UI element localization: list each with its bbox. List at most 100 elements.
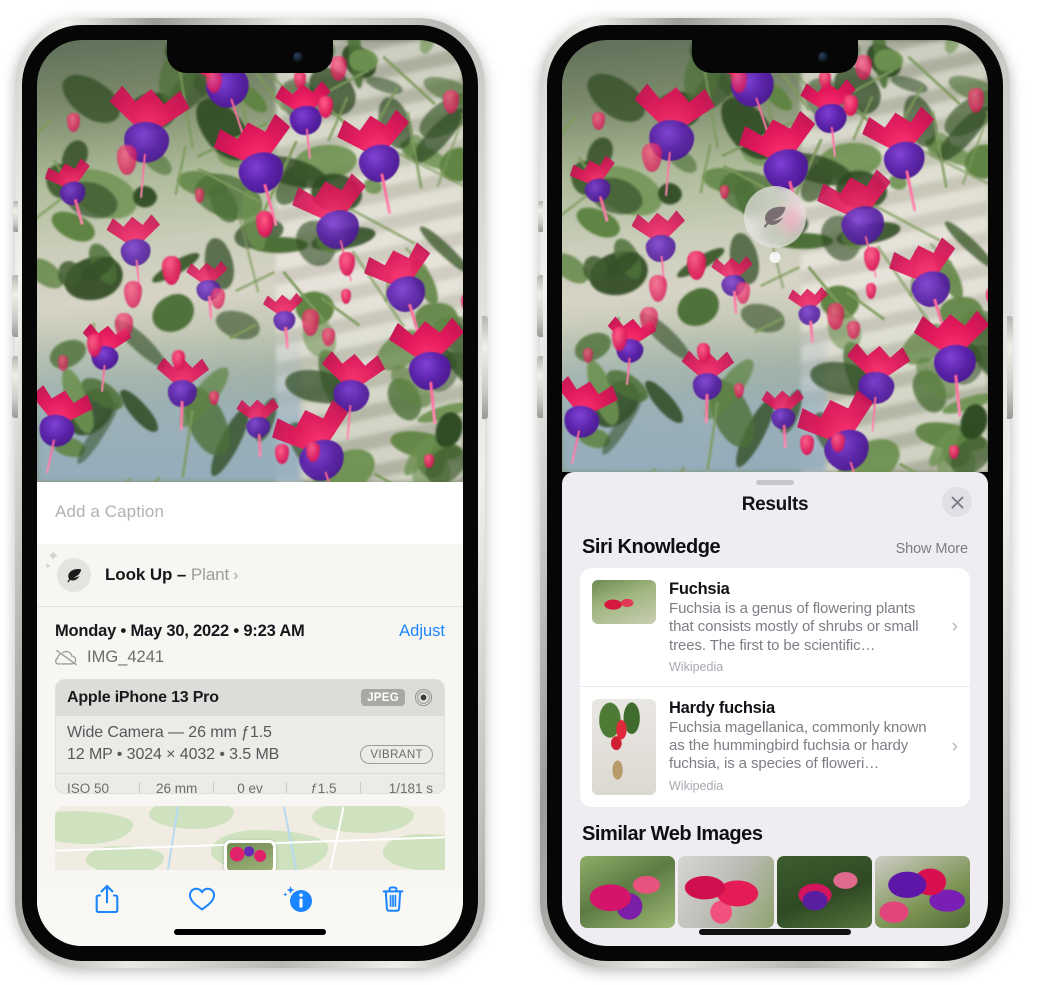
share-button[interactable] — [86, 882, 128, 916]
result-body: Hardy fuchsia Fuchsia magellanica, commo… — [669, 699, 937, 793]
volume-up-button[interactable] — [12, 275, 18, 337]
exif-item: 26 mm — [155, 781, 198, 795]
photo-viewer[interactable] — [37, 40, 463, 482]
flower-bud — [322, 327, 335, 346]
siri-knowledge-card: Fuchsia Fuchsia is a genus of flowering … — [580, 568, 970, 807]
metadata-badges: JPEG — [361, 688, 433, 707]
result-source: Wikipedia — [669, 659, 724, 674]
size-info-row: 12 MP • 3024 × 4032 • 3.5 MB VIBRANT — [67, 745, 433, 764]
list-item[interactable]: Hardy fuchsia Fuchsia magellanica, commo… — [580, 685, 970, 807]
fuchsia-flower — [105, 214, 164, 290]
mute-switch[interactable] — [13, 201, 18, 232]
fuchsia-flower — [859, 105, 947, 211]
look-up-row[interactable]: ✦ ✦ Look Up – Plant › — [37, 544, 463, 607]
volume-down-button[interactable] — [12, 356, 18, 418]
result-thumbnail — [592, 698, 656, 795]
info-sparkle-icon — [282, 886, 312, 912]
web-image-thumbnail[interactable] — [580, 855, 676, 928]
result-description: Fuchsia magellanica, commonly known as t… — [669, 718, 927, 773]
result-title: Hardy fuchsia — [669, 698, 775, 717]
show-more-button[interactable]: Show More — [896, 541, 969, 557]
size-info: 12 MP • 3024 × 4032 • 3.5 MB — [67, 745, 280, 763]
web-image-thumbnail[interactable] — [776, 855, 872, 928]
notch — [167, 40, 333, 73]
date-row: Monday • May 30, 2022 • 9:23 AM Adjust — [37, 607, 463, 643]
results-header: Results — [562, 485, 988, 530]
flower-bud — [338, 251, 355, 276]
flower-bud — [733, 382, 744, 398]
result-description: Fuchsia is a genus of flowering plants t… — [669, 600, 919, 654]
left-screen: Add a Caption ✦ ✦ Look Up – Plant › Monda — [37, 40, 463, 946]
front-camera-icon — [293, 52, 303, 62]
siri-knowledge-header: Siri Knowledge Show More — [562, 530, 988, 568]
fuchsia-flower — [787, 286, 831, 343]
caption-input[interactable]: Add a Caption — [37, 482, 463, 544]
result-source: Wikipedia — [669, 778, 724, 793]
results-sheet: Results Siri Knowledge Show More Fuchsia… — [562, 472, 988, 946]
trash-icon — [382, 886, 404, 912]
home-indicator[interactable] — [699, 929, 851, 935]
photo-info-sheet: Add a Caption ✦ ✦ Look Up – Plant › Monda — [37, 482, 463, 946]
flower-bud — [318, 95, 333, 118]
icloud-off-icon — [55, 649, 77, 666]
device-name: Apple iPhone 13 Pro — [67, 688, 219, 706]
home-indicator[interactable] — [174, 929, 326, 935]
fuchsia-flower — [387, 317, 463, 424]
heart-icon — [189, 887, 216, 911]
fuchsia-flower — [912, 310, 988, 417]
screenshot-stage: Add a Caption ✦ ✦ Look Up – Plant › Monda — [0, 0, 1055, 985]
flower-stamens — [179, 401, 183, 431]
flower-bud — [424, 454, 434, 469]
visual-lookup-anchor-dot — [769, 252, 781, 263]
look-up-label: Look Up – Plant › — [105, 565, 239, 584]
exif-item: 1/181 s — [388, 781, 434, 795]
left-phone: Add a Caption ✦ ✦ Look Up – Plant › Monda — [12, 18, 488, 968]
favorite-button[interactable] — [181, 882, 223, 916]
pin-thumbnail — [227, 843, 273, 870]
mute-switch[interactable] — [538, 201, 543, 232]
web-image-thumbnail[interactable] — [678, 855, 774, 928]
right-phone: Results Siri Knowledge Show More Fuchsia… — [537, 18, 1013, 968]
close-icon — [951, 496, 963, 508]
photo-date: Monday • May 30, 2022 • 9:23 AM — [55, 622, 305, 640]
chevron-right-icon: › — [233, 567, 239, 584]
similar-web-images-header: Similar Web Images — [562, 807, 988, 854]
front-camera-icon — [818, 52, 828, 62]
info-button[interactable] — [277, 882, 319, 916]
lens-icon[interactable] — [414, 688, 433, 707]
metadata-body: Wide Camera — 26 mm ƒ1.5 12 MP • 3024 × … — [56, 716, 444, 773]
results-title: Results — [741, 494, 809, 515]
location-map[interactable] — [55, 806, 445, 870]
similar-web-images-strip[interactable] — [562, 855, 988, 928]
metadata-header: Apple iPhone 13 Pro JPEG — [56, 680, 444, 716]
web-image-thumbnail[interactable] — [874, 855, 970, 928]
result-body: Fuchsia Fuchsia is a genus of flowering … — [669, 580, 937, 674]
close-button[interactable] — [942, 487, 972, 517]
exif-item: ISO 50 — [67, 781, 110, 795]
power-button[interactable] — [1007, 316, 1013, 419]
camera-metadata-card[interactable]: Apple iPhone 13 Pro JPEG Wide Camera — 2… — [55, 679, 445, 795]
power-button[interactable] — [482, 316, 488, 419]
adjust-button[interactable]: Adjust — [399, 622, 445, 641]
delete-button[interactable] — [372, 882, 414, 916]
volume-up-button[interactable] — [537, 275, 543, 337]
list-item[interactable]: Fuchsia Fuchsia is a genus of flowering … — [580, 568, 970, 686]
leaf-icon — [763, 206, 786, 228]
exif-row: ISO 50 26 mm 0 ev ƒ1.5 1/181 s — [56, 773, 444, 794]
flower-bud — [949, 444, 959, 459]
right-screen: Results Siri Knowledge Show More Fuchsia… — [562, 40, 988, 946]
visual-lookup-badge[interactable] — [744, 186, 806, 248]
leaf-icon: ✦ ✦ — [44, 549, 91, 592]
flower-stamens — [704, 393, 708, 423]
volume-down-button[interactable] — [537, 356, 543, 418]
file-row: IMG_4241 — [37, 643, 463, 679]
format-badge: JPEG — [361, 689, 405, 706]
result-title: Fuchsia — [669, 580, 730, 598]
photo-location-pin[interactable] — [224, 840, 276, 870]
fuchsia-flower — [334, 107, 422, 214]
chevron-right-icon: › — [951, 735, 958, 757]
sparkle-small-icon: ✦ — [44, 561, 52, 571]
similar-web-images-title: Similar Web Images — [582, 822, 763, 845]
siri-knowledge-title: Siri Knowledge — [582, 536, 721, 558]
photo-viewer[interactable] — [562, 40, 988, 472]
